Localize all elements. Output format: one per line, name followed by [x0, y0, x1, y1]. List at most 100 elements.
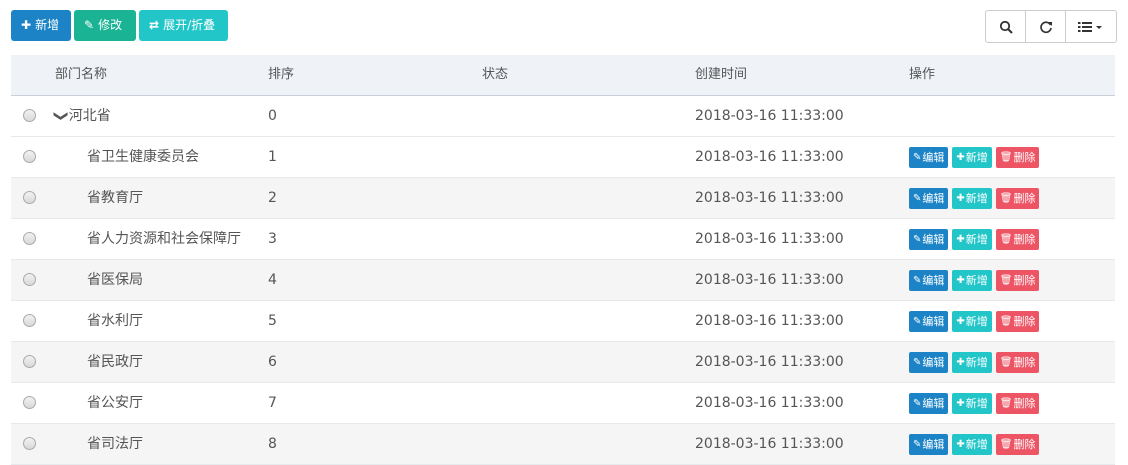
row-add-button[interactable]: ✚ 新增	[952, 229, 992, 250]
table-row[interactable]: 省水利厅 5 2018-03-16 11:33:00 ✎ 编辑 ✚ 新增 🗑 删除	[11, 301, 1115, 342]
cell-order: 5	[268, 313, 277, 329]
cell-dept-name: 省公安厅	[87, 383, 143, 423]
edit-icon: ✎	[913, 234, 922, 245]
row-select-radio[interactable]	[23, 191, 36, 204]
search-button[interactable]	[986, 11, 1026, 42]
row-add-button[interactable]: ✚ 新增	[952, 352, 992, 373]
edit-button[interactable]: ✎ 修改	[74, 10, 136, 41]
header-status[interactable]: 状态	[482, 55, 508, 95]
cell-order: 0	[268, 108, 277, 124]
trash-icon: 🗑	[999, 398, 1013, 409]
row-add-button[interactable]: ✚ 新增	[952, 393, 992, 414]
add-button[interactable]: ✚ 新增	[11, 10, 71, 41]
table-row[interactable]: 省人力资源和社会保障厅 3 2018-03-16 11:33:00 ✎ 编辑 ✚ 新增 🗑 删除	[11, 219, 1115, 260]
row-edit-button-label: 编辑	[922, 356, 945, 369]
trash-icon: 🗑	[999, 152, 1013, 163]
dept-name-text: 省民政厅	[87, 354, 143, 370]
row-delete-button-label: 删除	[1013, 151, 1036, 164]
cell-created-time: 2018-03-16 11:33:00	[695, 149, 844, 165]
columns-button[interactable]	[1066, 11, 1116, 42]
row-edit-button[interactable]: ✎ 编辑	[909, 393, 949, 414]
cell-dept-name: 省民政厅	[87, 342, 143, 382]
edit-icon: ✎	[913, 357, 922, 368]
header-dept-name[interactable]: 部门名称	[55, 55, 107, 95]
table-row[interactable]: 省司法厅 8 2018-03-16 11:33:00 ✎ 编辑 ✚ 新增 🗑 删除	[11, 424, 1115, 465]
row-select-radio[interactable]	[23, 314, 36, 327]
cell-created-time: 2018-03-16 11:33:00	[695, 395, 844, 411]
row-select-radio[interactable]	[23, 273, 36, 286]
plus-icon: ✚	[956, 275, 965, 286]
row-edit-button[interactable]: ✎ 编辑	[909, 311, 949, 332]
row-add-button[interactable]: ✚ 新增	[952, 188, 992, 209]
row-add-button[interactable]: ✚ 新增	[952, 434, 992, 455]
row-select-radio[interactable]	[23, 437, 36, 450]
row-add-button-label: 新增	[965, 274, 988, 287]
row-actions: ✎ 编辑 ✚ 新增 🗑 删除	[909, 352, 1040, 373]
cell-created-time: 2018-03-16 11:33:00	[695, 190, 844, 206]
cell-order: 6	[268, 354, 277, 370]
table-tools	[985, 10, 1117, 43]
plus-icon: ✚	[956, 234, 965, 245]
cell-dept-name: ❯河北省	[53, 96, 111, 136]
row-edit-button[interactable]: ✎ 编辑	[909, 188, 949, 209]
row-add-button[interactable]: ✚ 新增	[952, 270, 992, 291]
row-actions: ✎ 编辑 ✚ 新增 🗑 删除	[909, 229, 1040, 250]
row-edit-button[interactable]: ✎ 编辑	[909, 434, 949, 455]
edit-icon: ✎	[913, 152, 922, 163]
trash-icon: 🗑	[999, 234, 1013, 245]
row-add-button-label: 新增	[965, 438, 988, 451]
row-select-radio[interactable]	[23, 355, 36, 368]
row-delete-button[interactable]: 🗑 删除	[995, 147, 1040, 168]
search-icon	[999, 20, 1013, 34]
table-row[interactable]: ❯河北省 0 2018-03-16 11:33:00	[11, 96, 1115, 137]
row-select-radio[interactable]	[23, 396, 36, 409]
row-edit-button[interactable]: ✎ 编辑	[909, 270, 949, 291]
edit-icon: ✎	[913, 316, 922, 327]
row-add-button[interactable]: ✚ 新增	[952, 147, 992, 168]
dept-name-text: 省医保局	[87, 272, 143, 288]
cell-dept-name: 省人力资源和社会保障厅	[87, 219, 241, 259]
header-actions: 操作	[909, 67, 936, 82]
expand-collapse-button[interactable]: ⇄ 展开/折叠	[139, 10, 228, 41]
table-body: ❯河北省 0 2018-03-16 11:33:00 省卫生健康委员会 1 2018-03…	[11, 96, 1115, 465]
row-add-button[interactable]: ✚ 新增	[952, 311, 992, 332]
plus-icon: ✚	[956, 357, 965, 368]
table-row[interactable]: 省民政厅 6 2018-03-16 11:33:00 ✎ 编辑 ✚ 新增 🗑 删除	[11, 342, 1115, 383]
cell-created-time: 2018-03-16 11:33:00	[695, 313, 844, 329]
table-row[interactable]: 省教育厅 2 2018-03-16 11:33:00 ✎ 编辑 ✚ 新增 🗑 删除	[11, 178, 1115, 219]
row-add-button-label: 新增	[965, 233, 988, 246]
cell-order: 8	[268, 436, 277, 452]
department-tree-table: 部门名称 排序 状态 创建时间 操作 ❯河北省 0 2018-03-16 11:33…	[11, 55, 1115, 465]
table-row[interactable]: 省卫生健康委员会 1 2018-03-16 11:33:00 ✎ 编辑 ✚ 新增 🗑 删除	[11, 137, 1115, 178]
row-select-radio[interactable]	[23, 232, 36, 245]
chevron-down-icon[interactable]: ❯	[41, 110, 81, 122]
row-delete-button[interactable]: 🗑 删除	[995, 311, 1040, 332]
plus-icon: ✚	[956, 439, 965, 450]
row-actions: ✎ 编辑 ✚ 新增 🗑 删除	[909, 270, 1040, 291]
row-actions: ✎ 编辑 ✚ 新增 🗑 删除	[909, 188, 1040, 209]
row-delete-button[interactable]: 🗑 删除	[995, 434, 1040, 455]
row-edit-button[interactable]: ✎ 编辑	[909, 147, 949, 168]
header-order[interactable]: 排序	[268, 55, 294, 95]
dept-name-text: 省卫生健康委员会	[87, 149, 199, 165]
row-select-radio[interactable]	[23, 109, 36, 122]
row-delete-button[interactable]: 🗑 删除	[995, 188, 1040, 209]
row-delete-button-label: 删除	[1013, 438, 1036, 451]
row-edit-button[interactable]: ✎ 编辑	[909, 352, 949, 373]
cell-dept-name: 省卫生健康委员会	[87, 137, 199, 177]
table-row[interactable]: 省公安厅 7 2018-03-16 11:33:00 ✎ 编辑 ✚ 新增 🗑 删除	[11, 383, 1115, 424]
row-actions: ✎ 编辑 ✚ 新增 🗑 删除	[909, 393, 1040, 414]
row-delete-button[interactable]: 🗑 删除	[995, 270, 1040, 291]
row-select-radio[interactable]	[23, 150, 36, 163]
table-row[interactable]: 省医保局 4 2018-03-16 11:33:00 ✎ 编辑 ✚ 新增 🗑 删除	[11, 260, 1115, 301]
dept-name-text: 省教育厅	[87, 190, 143, 206]
row-delete-button[interactable]: 🗑 删除	[995, 393, 1040, 414]
cell-created-time: 2018-03-16 11:33:00	[695, 108, 844, 124]
row-delete-button[interactable]: 🗑 删除	[995, 229, 1040, 250]
header-created[interactable]: 创建时间	[695, 55, 747, 95]
dept-name-text: 省司法厅	[87, 436, 143, 452]
edit-icon: ✎	[913, 439, 922, 450]
refresh-button[interactable]	[1026, 11, 1066, 42]
row-delete-button[interactable]: 🗑 删除	[995, 352, 1040, 373]
row-edit-button[interactable]: ✎ 编辑	[909, 229, 949, 250]
